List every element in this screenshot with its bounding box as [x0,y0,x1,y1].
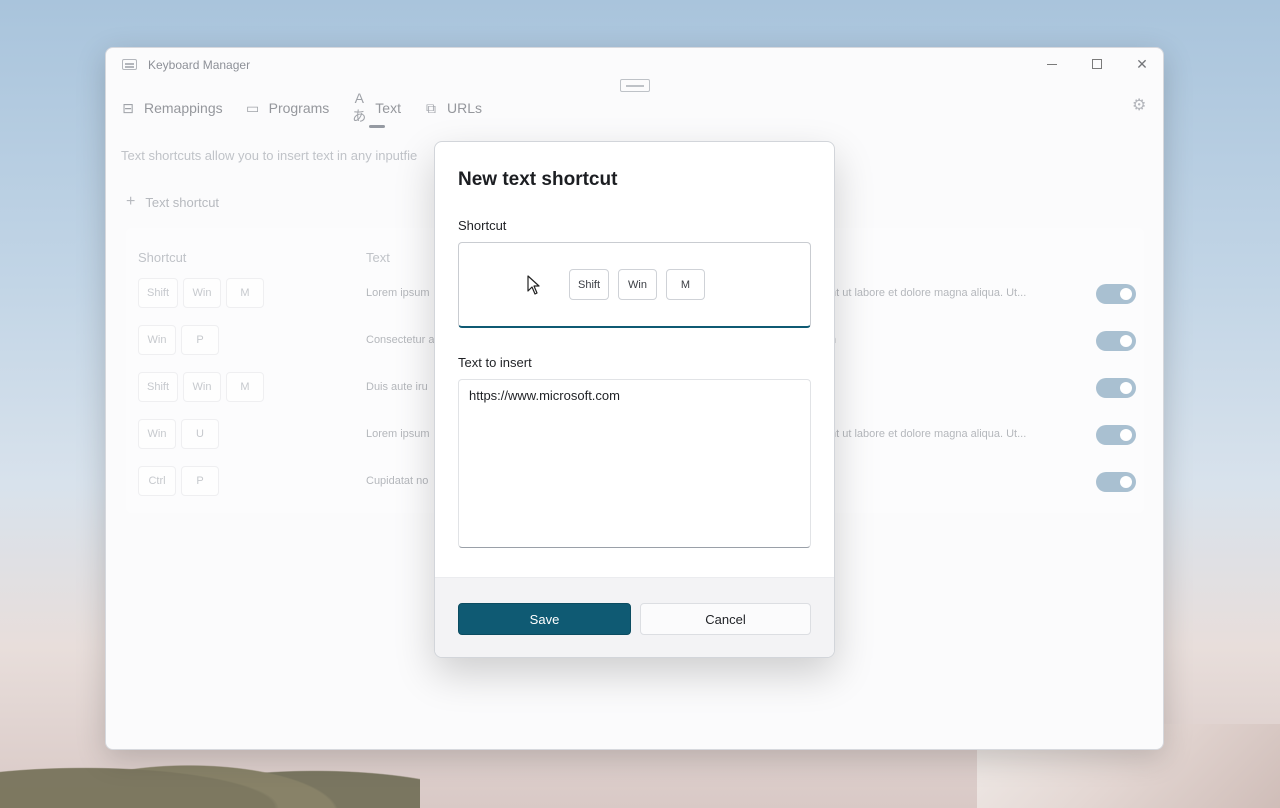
shortcut-input[interactable]: Shift Win M [458,242,811,328]
key-cap: Shift [569,269,610,300]
cancel-button[interactable]: Cancel [640,603,811,635]
shortcut-keys: Shift Win M [569,269,706,300]
text-to-insert-field[interactable]: https://www.microsoft.com [458,379,811,548]
mouse-pointer-icon [527,275,540,295]
text-to-insert-label: Text to insert [458,355,532,370]
dialog-title: New text shortcut [458,169,618,190]
save-button[interactable]: Save [458,603,631,635]
dialog-footer: Save Cancel [435,577,834,657]
shortcut-label: Shortcut [458,218,507,233]
new-text-shortcut-dialog: New text shortcut Shortcut Shift Win M T… [434,141,835,658]
key-cap: M [666,269,706,300]
text-to-insert-value: https://www.microsoft.com [469,388,620,403]
key-cap: Win [618,269,658,300]
